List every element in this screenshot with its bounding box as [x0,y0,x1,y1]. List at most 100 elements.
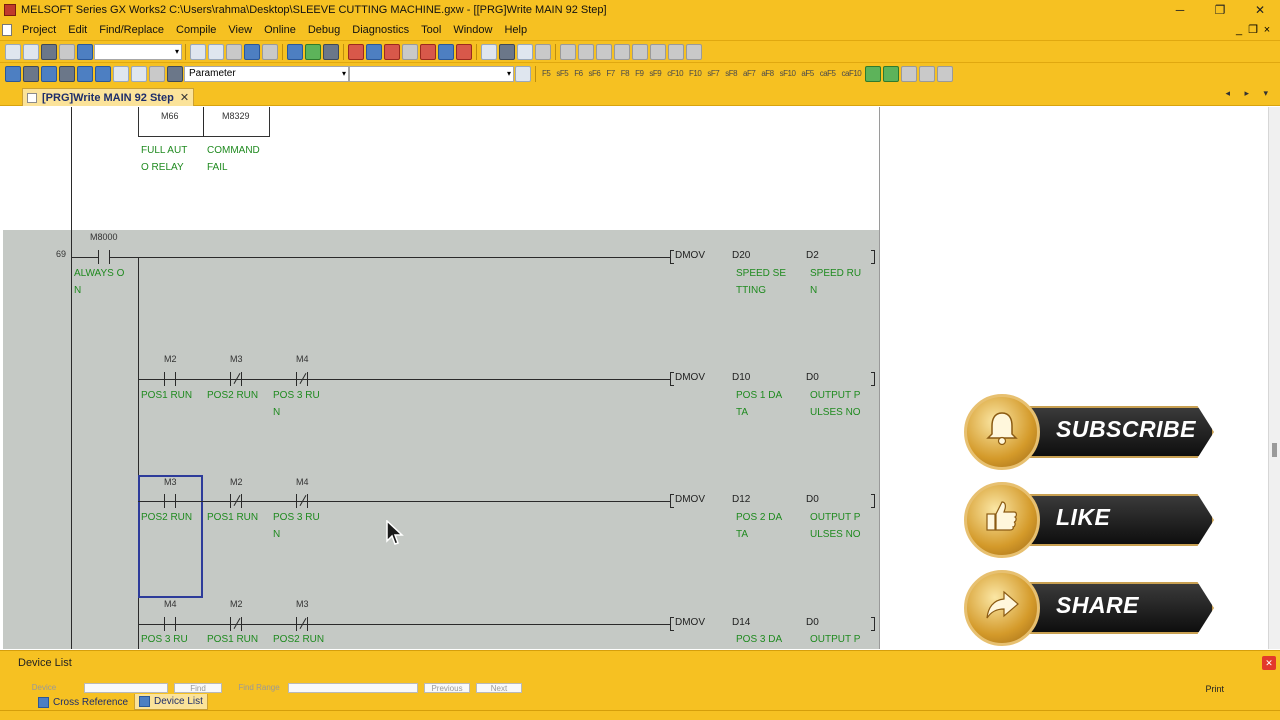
tab-device-list[interactable]: Device List [134,694,208,710]
ladder-tool-icon[interactable] [919,65,936,82]
no-contact-m8000[interactable] [98,250,110,264]
device-test-icon[interactable] [438,43,454,60]
toolbar-fkey[interactable]: sF10 [780,69,796,78]
toolbar-fkey[interactable]: aF5 [801,69,814,78]
menu-window[interactable]: Window [447,24,498,36]
ladder-tool-icon[interactable] [668,43,684,60]
print-icon[interactable] [59,43,75,60]
toolbar-fkey[interactable]: caF5 [820,69,836,78]
monitor-stop-icon[interactable] [366,43,382,60]
cross-reference-icon[interactable] [59,65,75,82]
ladder-tool-icon[interactable] [578,43,594,60]
subscribe-overlay-button[interactable]: SUBSCRIBE [964,394,1216,470]
menu-edit[interactable]: Edit [62,24,93,36]
next-button[interactable]: Next [476,683,522,693]
ladder-editor[interactable]: M66 M8329 FULL AUT O RELAY COMMAND FAIL … [0,107,880,649]
toolbar-fkey[interactable]: F9 [635,69,644,78]
no-contact-m4[interactable] [164,617,176,631]
simulation-icon[interactable] [420,43,436,60]
toolbar-fkey[interactable]: aF8 [761,69,774,78]
zoom-icon[interactable] [481,43,497,60]
like-overlay-button[interactable]: LIKE [964,482,1216,558]
ladder-tool-icon[interactable] [937,65,954,82]
output-window-icon[interactable] [41,65,57,82]
menu-tool[interactable]: Tool [415,24,447,36]
save-icon[interactable] [41,43,57,60]
diagnostics-icon[interactable] [499,43,515,60]
no-contact-m3[interactable] [164,494,176,508]
toolbar-fkey[interactable]: cF10 [667,69,683,78]
operand-d0[interactable]: D0 [806,372,819,383]
redo-icon[interactable] [262,43,278,60]
minimize-button[interactable]: ─ [1160,0,1200,20]
ladder-tool-icon[interactable] [901,65,918,82]
toolbar-fkey[interactable]: caF10 [842,69,862,78]
toolbar-fkey[interactable]: F7 [606,69,615,78]
replace-icon[interactable] [149,65,165,82]
nc-contact-m3[interactable] [230,372,242,386]
operand-d12[interactable]: D12 [732,494,750,505]
ladder-tool-icon[interactable] [596,43,612,60]
instruction-dmov[interactable]: DMOV [675,494,705,505]
menu-help[interactable]: Help [498,24,533,36]
close-button[interactable]: ✕ [1240,0,1280,20]
search-icon[interactable] [131,65,147,82]
read-plc-icon[interactable] [287,43,303,60]
nc-contact-m4[interactable] [296,494,308,508]
parameter-icon[interactable] [167,65,183,82]
device-list-icon[interactable] [77,65,93,82]
watch-window-icon[interactable] [95,65,111,82]
verify-plc-icon[interactable] [323,43,339,60]
toolbar-fkey[interactable]: aF7 [743,69,756,78]
monitor-mode-icon[interactable] [384,43,400,60]
device-input[interactable] [84,683,168,693]
monitor-write-icon[interactable] [402,43,418,60]
write-plc-icon[interactable] [305,43,321,60]
help-icon[interactable] [77,43,93,60]
instruction-dmov[interactable]: DMOV [675,250,705,261]
paste-icon[interactable] [226,43,242,60]
operand-d0[interactable]: D0 [806,494,819,505]
new-file-icon[interactable] [5,43,21,60]
menu-project[interactable]: Project [16,24,62,36]
cut-icon[interactable] [190,43,206,60]
operand-d20[interactable]: D20 [732,250,750,261]
find-button[interactable]: Find [174,683,222,693]
device-list-close-button[interactable]: ✕ [1262,656,1276,670]
scrollbar-thumb[interactable] [1272,443,1277,457]
menu-diagnostics[interactable]: Diagnostics [346,24,415,36]
ladder-tool-icon[interactable] [560,43,576,60]
share-overlay-button[interactable]: SHARE [964,570,1216,646]
operand-d14[interactable]: D14 [732,617,750,628]
ladder-tool-icon[interactable] [686,43,702,60]
nc-contact-m3[interactable] [296,617,308,631]
element-selection-icon[interactable] [23,65,39,82]
nc-contact-m4[interactable] [296,372,308,386]
toolbar-fkey[interactable]: sF7 [707,69,719,78]
monitor-start-icon[interactable] [348,43,364,60]
tab-prg-write-main[interactable]: [PRG]Write MAIN 92 Step ✕ [22,88,195,106]
open-folder-icon[interactable] [23,43,39,60]
navigation-icon[interactable] [5,65,21,82]
toolbar-fkey[interactable]: F5 [542,69,551,78]
no-contact-m2[interactable] [164,372,176,386]
convert-icon[interactable] [865,65,882,82]
operand-d2[interactable]: D2 [806,250,819,261]
copy-icon[interactable] [208,43,224,60]
restore-button[interactable]: ❐ [1200,0,1240,20]
tab-close-icon[interactable]: ✕ [180,91,189,104]
previous-button[interactable]: Previous [424,683,470,693]
toolbar-dropdown-icon[interactable] [535,43,551,60]
mdi-close-button[interactable]: × [1260,20,1274,40]
item-combo[interactable]: ▾ [349,65,514,82]
menu-view[interactable]: View [222,24,258,36]
find-range-input[interactable] [288,683,418,693]
toolbar-fkey[interactable]: sF5 [556,69,568,78]
ladder-tool-icon[interactable] [650,43,666,60]
watch-icon[interactable] [456,43,472,60]
instruction-dmov[interactable]: DMOV [675,617,705,628]
menu-online[interactable]: Online [258,24,302,36]
operand-d10[interactable]: D10 [732,372,750,383]
tab-cross-reference[interactable]: Cross Reference [34,694,132,710]
toolbar-fkey[interactable]: sF6 [589,69,601,78]
